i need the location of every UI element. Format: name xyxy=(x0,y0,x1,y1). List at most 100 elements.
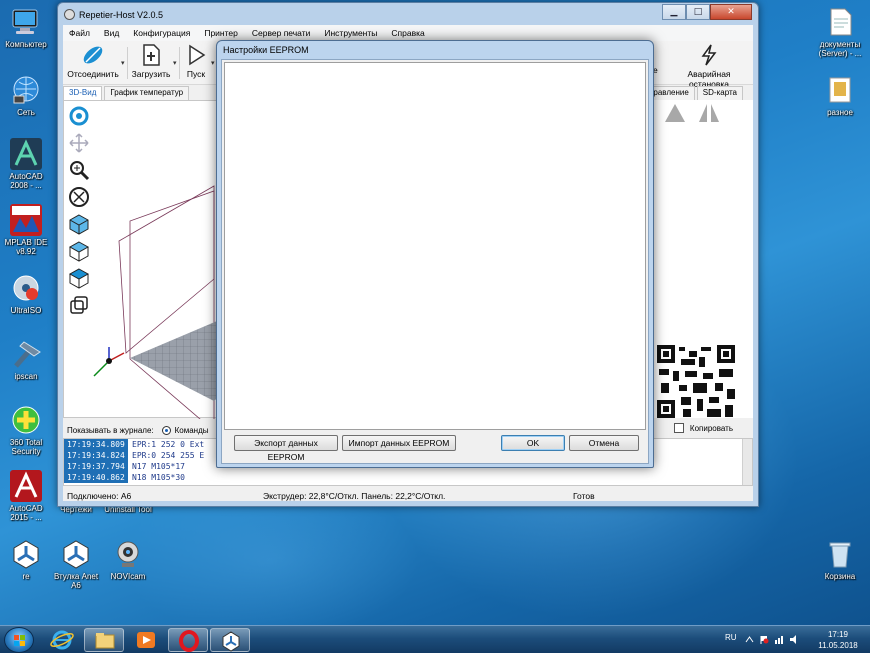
log-scrollbar[interactable] xyxy=(742,439,752,485)
language-indicator[interactable]: RU xyxy=(725,633,737,642)
load-file-icon xyxy=(139,43,163,67)
desktop-icon-ipscan[interactable]: ipscan xyxy=(0,338,52,381)
tab-temperature-chart[interactable]: График температур xyxy=(104,86,190,100)
desktop-icon-repetier[interactable]: re xyxy=(0,538,52,581)
maximize-button[interactable]: □ xyxy=(686,4,710,20)
desktop-icon-anet-file[interactable]: Втулка Anet A6 xyxy=(50,538,102,590)
load-button[interactable]: Загрузить xyxy=(129,43,173,79)
run-label: Пуск xyxy=(186,69,206,79)
right-tabs: Управление SD-карта xyxy=(638,86,745,100)
import-eeprom-button[interactable]: Импорт данных EEPROM xyxy=(342,435,456,451)
repetier-file-icon xyxy=(60,538,92,570)
autocad-icon xyxy=(10,138,42,170)
tray-up-arrow-icon[interactable] xyxy=(745,635,754,644)
tab-sd-card[interactable]: SD-карта xyxy=(696,86,743,100)
recycle-bin-icon xyxy=(824,538,856,570)
log-text: EPR:0 254 255 E xyxy=(132,451,205,460)
play-icon xyxy=(184,43,208,67)
document-icon xyxy=(824,6,856,38)
desktop-icon-360-security[interactable]: 360 Total Security xyxy=(0,404,52,456)
taskbar-media-player[interactable] xyxy=(126,628,166,652)
taskbar-explorer[interactable] xyxy=(84,628,124,652)
volume-tray-icon[interactable] xyxy=(790,635,799,644)
desktop-icon-mplab[interactable]: MPLAB IDE v8.92 xyxy=(0,204,52,256)
clock-date: 11.05.2018 xyxy=(818,641,858,650)
right-panel xyxy=(648,100,753,420)
desktop-icon-network[interactable]: Сеть xyxy=(0,74,52,117)
status-bar: Подключено: A6 Экструдер: 22,8°C/Откл. П… xyxy=(63,490,753,502)
axis-gizmo xyxy=(93,347,125,377)
minimize-button[interactable]: ▁ xyxy=(662,4,686,20)
desktop-icon-documents[interactable]: документы (Server) - ... xyxy=(814,6,866,58)
close-button[interactable]: ✕ xyxy=(710,4,752,20)
dialog-client: Экспорт данных EEPROM Импорт данных EEPR… xyxy=(221,59,649,464)
menu-file[interactable]: Файл xyxy=(69,28,90,38)
desktop-icon-label: 360 Total Security xyxy=(9,438,43,456)
menu-view[interactable]: Вид xyxy=(104,28,119,38)
ok-button[interactable]: OK xyxy=(501,435,565,451)
desktop-icon-label: MPLAB IDE v8.92 xyxy=(4,238,48,256)
ipscan-icon xyxy=(10,338,42,370)
window-title: Repetier-Host V2.0.5 xyxy=(64,7,163,23)
desktop-icon-autocad-2015[interactable]: AutoCAD 2015 - ... xyxy=(0,470,52,522)
ready-status: Готов xyxy=(573,491,595,501)
menu-print-server[interactable]: Сервер печати xyxy=(252,28,311,38)
menu-printer[interactable]: Принтер xyxy=(204,28,238,38)
arrow-tools-icon[interactable] xyxy=(665,104,719,122)
mplab-icon xyxy=(10,204,42,236)
clock[interactable]: 17:19 11.05.2018 xyxy=(808,629,868,651)
windows-logo-icon xyxy=(14,635,25,646)
computer-icon xyxy=(10,6,42,38)
opera-icon xyxy=(179,630,199,652)
desktop-icon-misc[interactable]: разное xyxy=(814,74,866,117)
log-time: 17:19:40.862 xyxy=(64,472,128,483)
taskbar-repetier[interactable] xyxy=(210,628,250,652)
desktop-icon-label: Корзина xyxy=(824,572,856,581)
action-center-flag-icon[interactable] xyxy=(760,635,769,644)
load-label: Загрузить xyxy=(131,69,171,79)
lightning-icon xyxy=(697,43,721,67)
desktop-icon-label: Втулка Anet A6 xyxy=(53,572,99,590)
network-tray-icon[interactable] xyxy=(775,635,784,644)
log-text: EPR:1 252 0 Ext xyxy=(132,440,205,449)
desktop-icon-recycle-bin[interactable]: Корзина xyxy=(814,538,866,581)
desktop-icon-label: AutoCAD 2008 - ... xyxy=(9,172,43,190)
desktop-icon-label: Сеть xyxy=(17,108,35,117)
copy-label: Копировать xyxy=(689,423,733,433)
menu-tools[interactable]: Инструменты xyxy=(324,28,377,38)
export-eeprom-button[interactable]: Экспорт данных EEPROM xyxy=(234,435,338,462)
window-title-text: Repetier-Host V2.0.5 xyxy=(79,10,164,20)
emergency-stop-button[interactable]: Аварийная остановка xyxy=(667,43,751,89)
toolbar-separator xyxy=(127,47,128,79)
tab-3d-view[interactable]: 3D-Вид xyxy=(63,86,103,100)
log-time: 17:19:34.824 xyxy=(64,450,128,461)
commands-radio-label[interactable]: Команды xyxy=(175,426,209,435)
menu-configuration[interactable]: Конфигурация xyxy=(133,28,190,38)
commands-radio[interactable] xyxy=(161,425,171,435)
caption-buttons: ▁ □ ✕ xyxy=(662,4,752,20)
copy-button[interactable]: Копировать xyxy=(673,423,733,433)
desktop-icon-ultraiso[interactable]: UltraISO xyxy=(0,272,52,315)
eeprom-settings-dialog[interactable]: Настройки EEPROM Экспорт данных EEPROM И… xyxy=(216,40,654,468)
security-icon xyxy=(10,404,42,436)
cancel-button[interactable]: Отмена xyxy=(569,435,639,451)
desktop-icon-label: ipscan xyxy=(14,372,38,381)
eeprom-values-area[interactable] xyxy=(224,62,646,430)
disconnect-button[interactable]: Отсоединить xyxy=(67,43,119,79)
taskbar-opera[interactable] xyxy=(168,628,208,652)
folder-icon xyxy=(824,74,856,106)
log-text: N18 M105*30 xyxy=(132,473,185,482)
desktop-icon-autocad[interactable]: AutoCAD 2008 - ... xyxy=(0,138,52,190)
clock-time: 17:19 xyxy=(827,630,849,639)
taskbar-ie[interactable] xyxy=(42,628,82,652)
toolbar-separator xyxy=(179,47,180,79)
menu-help[interactable]: Справка xyxy=(391,28,424,38)
start-button[interactable] xyxy=(4,627,34,653)
right-panel-graphics xyxy=(657,104,737,420)
desktop-icon-computer[interactable]: Компьютер xyxy=(0,6,52,49)
desktop-icon-novicam[interactable]: NOVIcam xyxy=(102,538,154,581)
internet-explorer-icon xyxy=(50,630,74,650)
connection-icon xyxy=(81,43,105,67)
run-button[interactable]: Пуск xyxy=(181,43,211,79)
desktop-icon-label: разное xyxy=(827,108,853,117)
